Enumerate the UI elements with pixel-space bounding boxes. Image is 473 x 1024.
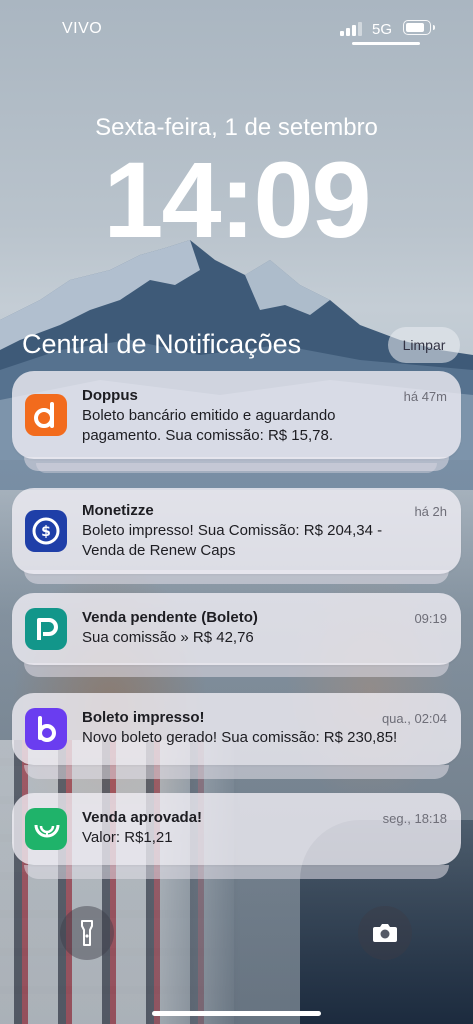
notification-title: Doppus	[82, 387, 138, 404]
payment-app-icon	[25, 608, 67, 650]
notification-center-title: Central de Notificações	[22, 329, 302, 359]
notification-body-line: pagamento. Sua comissão: R$ 15,78.	[82, 427, 333, 444]
notification-body-line: Novo boleto gerado! Sua comissão: R$ 230…	[82, 729, 398, 746]
notification-monetizze[interactable]: $ Monetizze há 2h Boleto impresso! Sua C…	[12, 488, 461, 584]
lock-screen-time: 14:09	[103, 139, 371, 260]
camera-icon	[373, 924, 397, 942]
cellular-signal-icon	[340, 22, 362, 36]
flashlight-button[interactable]	[60, 906, 114, 960]
svg-text:$: $	[41, 524, 51, 540]
notification-doppus[interactable]: Doppus há 47m Boleto bancário emitido e …	[12, 371, 461, 473]
battery-level-fill	[406, 23, 424, 32]
clear-notifications-button[interactable]: Limpar	[388, 327, 460, 363]
flashlight-icon	[81, 920, 93, 946]
notification-body: Sua comissão » R$ 42,76	[82, 628, 441, 648]
battery-icon	[403, 20, 435, 35]
notification-time: há 2h	[414, 504, 447, 519]
status-bar: VIVO 5G	[0, 0, 473, 60]
notification-body-line: Venda de Renew Caps	[82, 542, 236, 559]
notification-venda-pendente[interactable]: Venda pendente (Boleto) 09:19 Sua comiss…	[12, 593, 461, 677]
notification-body-line: Boleto bancário emitido e aguardando	[82, 407, 336, 424]
notification-body-line: Sua comissão » R$ 42,76	[82, 629, 254, 646]
braip-app-icon	[25, 708, 67, 750]
notification-card[interactable]: Venda aprovada! seg., 18:18 Valor: R$1,2…	[12, 793, 461, 865]
wallpaper-scarf	[0, 740, 240, 1024]
status-indicator-line	[352, 42, 420, 45]
notification-time: há 47m	[403, 389, 447, 404]
notification-boleto-impresso[interactable]: Boleto impresso! qua., 02:04 Novo boleto…	[12, 693, 461, 779]
notification-card[interactable]: Boleto impresso! qua., 02:04 Novo boleto…	[12, 693, 461, 765]
home-indicator[interactable]	[152, 1011, 321, 1016]
notification-body: Valor: R$1,21	[82, 828, 441, 848]
lock-screen-date: Sexta-feira, 1 de setembro	[95, 114, 378, 141]
notification-body: Novo boleto gerado! Sua comissão: R$ 230…	[82, 728, 441, 748]
monetizze-app-icon: $	[25, 510, 67, 552]
notification-venda-aprovada[interactable]: Venda aprovada! seg., 18:18 Valor: R$1,2…	[12, 793, 461, 879]
doppus-app-icon	[25, 394, 67, 436]
camera-button[interactable]	[358, 906, 412, 960]
notification-body: Boleto bancário emitido e aguardando pag…	[82, 406, 441, 446]
notification-time: 09:19	[414, 611, 447, 626]
notification-card[interactable]: Doppus há 47m Boleto bancário emitido e …	[12, 371, 461, 459]
notification-body: Boleto impresso! Sua Comissão: R$ 204,34…	[82, 521, 441, 561]
notification-card[interactable]: Venda pendente (Boleto) 09:19 Sua comiss…	[12, 593, 461, 665]
carrier-label: VIVO	[62, 20, 103, 37]
notification-body-line: Valor: R$1,21	[82, 829, 173, 846]
notification-title: Venda pendente (Boleto)	[82, 609, 258, 626]
notification-title: Boleto impresso!	[82, 709, 205, 726]
notification-time: qua., 02:04	[381, 711, 447, 726]
notification-title: Monetizze	[82, 502, 154, 519]
notification-title: Venda aprovada!	[82, 809, 203, 826]
network-type-label: 5G	[372, 21, 393, 38]
notification-card[interactable]: $ Monetizze há 2h Boleto impresso! Sua C…	[12, 488, 461, 574]
notification-time: seg., 18:18	[382, 811, 447, 826]
notification-body-line: Boleto impresso! Sua Comissão: R$ 204,34…	[82, 522, 383, 539]
kiwify-app-icon	[25, 808, 67, 850]
